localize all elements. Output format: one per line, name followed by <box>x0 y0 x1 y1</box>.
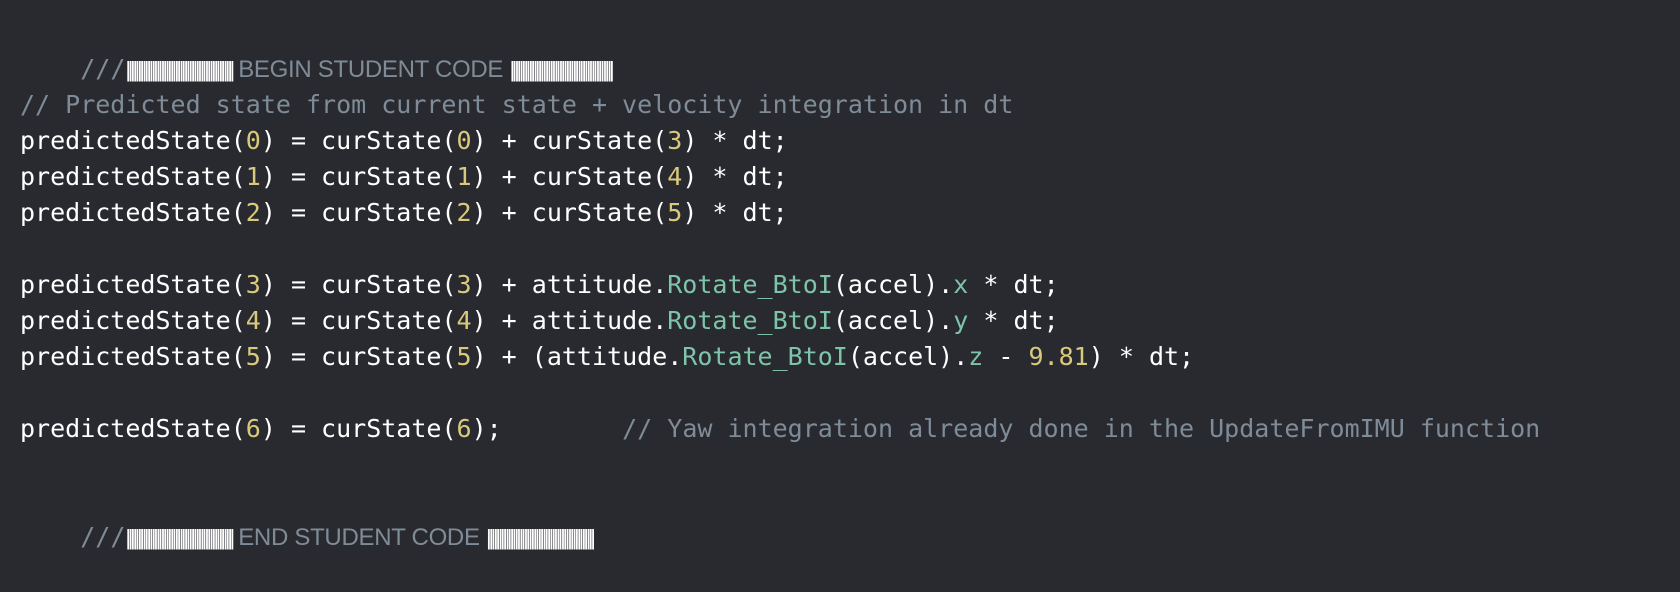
begin-marker-slashes: /// <box>80 54 126 83</box>
code-editor[interactable]: ///|||||||||||||||||||||||||||||||||||||… <box>20 15 1680 551</box>
end-marker-line: ///|||||||||||||||||||||||||||||||||||||… <box>20 483 1680 551</box>
inline-comment: // Yaw integration already done in the U… <box>622 414 1541 443</box>
code-line-4: predictedState(3) = curState(3) + attitu… <box>20 270 1059 299</box>
begin-marker-bars-right: ||||||||||||||||||||||||||||||||||||||||… <box>509 57 614 82</box>
end-marker-label: END STUDENT CODE <box>231 524 487 551</box>
code-line-3: predictedState(2) = curState(2) + curSta… <box>20 198 788 227</box>
begin-marker-line: ///|||||||||||||||||||||||||||||||||||||… <box>20 15 1680 83</box>
code-line-2: predictedState(1) = curState(1) + curSta… <box>20 162 788 191</box>
end-marker-bars-left: ||||||||||||||||||||||||||||||||||||||||… <box>125 525 235 550</box>
code-comment-line: // Predicted state from current state + … <box>20 90 1014 119</box>
end-marker-slashes: /// <box>80 522 126 551</box>
code-line-1: predictedState(0) = curState(0) + curSta… <box>20 126 788 155</box>
code-line-7: predictedState(6) = curState(6); // Yaw … <box>20 414 1541 443</box>
end-marker-bars-right: ||||||||||||||||||||||||||||||||||||||||… <box>486 525 596 550</box>
begin-marker-label: BEGIN STUDENT CODE <box>231 56 510 83</box>
code-line-6: predictedState(5) = curState(5) + (attit… <box>20 342 1195 371</box>
begin-marker-bars-left: ||||||||||||||||||||||||||||||||||||||||… <box>125 57 235 82</box>
code-line-5: predictedState(4) = curState(4) + attitu… <box>20 306 1059 335</box>
